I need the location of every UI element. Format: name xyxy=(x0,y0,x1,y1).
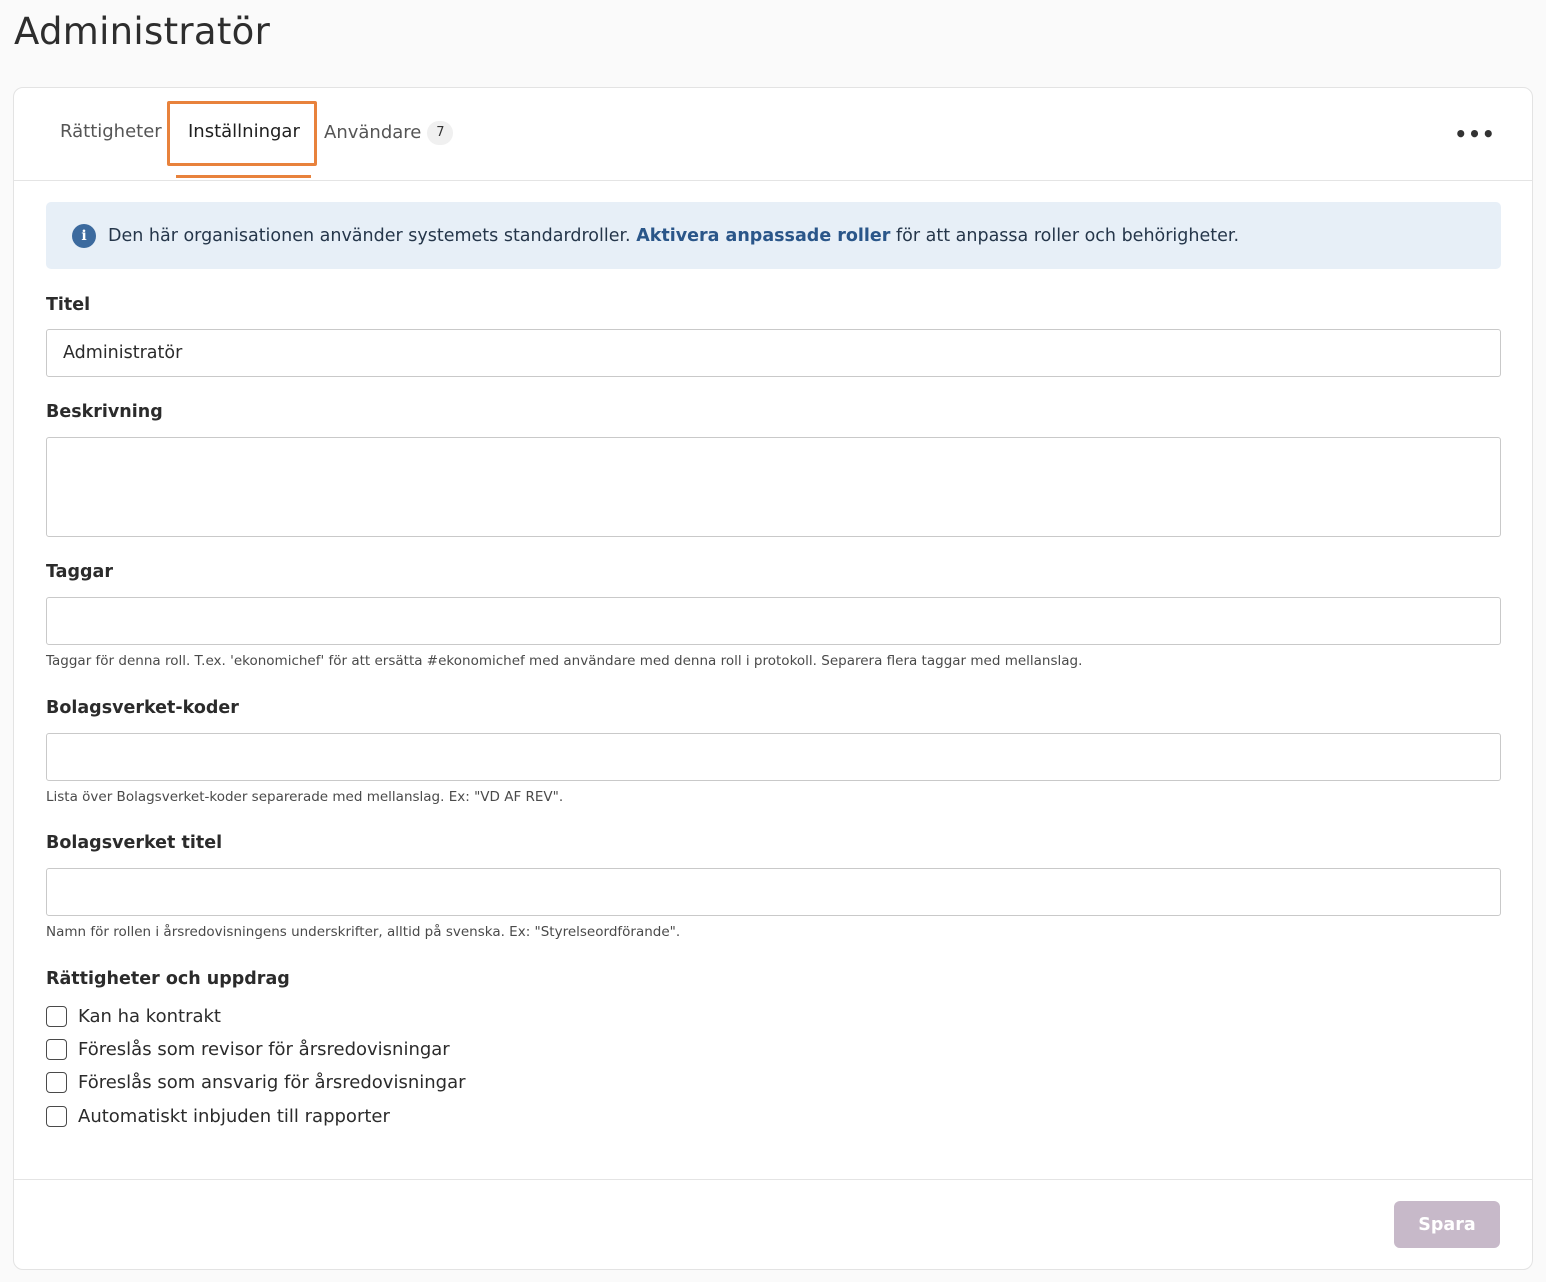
checkbox-label: Föreslås som revisor för årsredovisninga… xyxy=(78,1039,450,1060)
checkbox-icon[interactable] xyxy=(46,1039,67,1060)
info-text: Den här organisationen använder systemet… xyxy=(108,226,1239,246)
checkbox-ansvarig[interactable]: Föreslås som ansvarig för årsredovisning… xyxy=(46,1072,466,1093)
bv-title-label: Bolagsverket titel xyxy=(46,833,223,853)
checkbox-label: Kan ha kontrakt xyxy=(78,1006,221,1027)
role-settings-card: Rättigheter Inställningar Användare 7 •••… xyxy=(13,87,1533,1270)
tab-anvandare[interactable]: Användare 7 xyxy=(324,121,454,145)
description-label: Beskrivning xyxy=(46,402,163,422)
tags-label: Taggar xyxy=(46,562,113,582)
tags-input[interactable] xyxy=(46,597,1501,645)
checkbox-rapporter[interactable]: Automatiskt inbjuden till rapporter xyxy=(46,1106,390,1127)
info-text-before: Den här organisationen använder systemet… xyxy=(108,225,631,246)
more-options-icon[interactable]: ••• xyxy=(1454,119,1494,149)
checkbox-icon[interactable] xyxy=(46,1072,67,1093)
checkbox-kan-ha-kontrakt[interactable]: Kan ha kontrakt xyxy=(46,1006,221,1027)
page-title: Administratör xyxy=(14,10,271,53)
tags-help-text: Taggar för denna roll. T.ex. 'ekonomiche… xyxy=(46,653,1083,669)
bv-title-help-text: Namn för rollen i årsredovisningens unde… xyxy=(46,924,681,940)
footer-divider xyxy=(14,1179,1532,1180)
tab-label: Rättigheter xyxy=(60,121,162,142)
checkbox-label: Automatiskt inbjuden till rapporter xyxy=(78,1106,390,1127)
info-text-after: för att anpassa roller och behörigheter. xyxy=(896,225,1240,246)
description-textarea[interactable] xyxy=(46,437,1501,537)
checkbox-label: Föreslås som ansvarig för årsredovisning… xyxy=(78,1072,466,1093)
bv-title-input[interactable] xyxy=(46,868,1501,916)
title-input[interactable] xyxy=(46,329,1501,377)
info-icon: i xyxy=(72,223,96,248)
save-button[interactable]: Spara xyxy=(1394,1201,1500,1248)
bv-codes-help-text: Lista över Bolagsverket-koder separerade… xyxy=(46,789,564,805)
rights-heading: Rättigheter och uppdrag xyxy=(46,969,290,989)
tab-installningar[interactable]: Inställningar xyxy=(188,121,300,142)
checkbox-icon[interactable] xyxy=(46,1006,67,1027)
checkbox-revisor[interactable]: Föreslås som revisor för årsredovisninga… xyxy=(46,1039,450,1060)
tab-bar: Rättigheter Inställningar Användare 7 ••• xyxy=(14,88,1532,181)
tab-label: Användare xyxy=(324,122,422,143)
active-tab-indicator xyxy=(176,175,311,178)
users-count-badge: 7 xyxy=(427,121,454,145)
bv-codes-label: Bolagsverket-koder xyxy=(46,698,239,718)
title-label: Titel xyxy=(46,295,91,315)
tab-label: Inställningar xyxy=(188,121,300,142)
checkbox-icon[interactable] xyxy=(46,1106,67,1127)
bv-codes-input[interactable] xyxy=(46,733,1501,781)
tab-rattigheter[interactable]: Rättigheter xyxy=(60,121,162,142)
info-banner: i Den här organisationen använder system… xyxy=(46,202,1501,269)
activate-custom-roles-link[interactable]: Aktivera anpassade roller xyxy=(636,226,890,246)
